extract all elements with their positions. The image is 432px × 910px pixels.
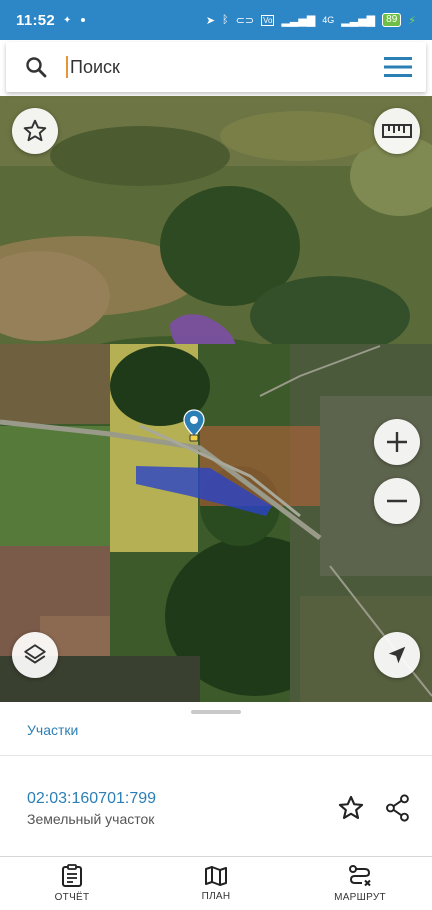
search-input[interactable] bbox=[66, 56, 370, 78]
hamburger-icon bbox=[384, 57, 412, 77]
layers-button[interactable] bbox=[12, 632, 58, 678]
menu-button[interactable] bbox=[370, 56, 426, 78]
map-plan-icon bbox=[205, 866, 227, 886]
route-icon bbox=[349, 865, 371, 887]
nav-report-label: ОТЧЁТ bbox=[54, 892, 90, 903]
measure-button[interactable] bbox=[374, 108, 420, 154]
volte-icon: Vo bbox=[261, 14, 275, 26]
battery-icon: 89 bbox=[382, 13, 402, 27]
ruler-icon bbox=[382, 124, 412, 138]
app-root: 11:52 ✦ ➤ ᛒ ⊂⊃ Vo ▂▃▅▇ 4G ▂▃▅▇ 89 ⚡ Поис… bbox=[0, 0, 432, 910]
share-icon bbox=[386, 794, 409, 822]
link-icon: ⊂⊃ bbox=[235, 14, 255, 27]
charging-icon: ⚡ bbox=[408, 14, 416, 27]
location-pin-icon[interactable] bbox=[183, 409, 205, 443]
parcel-number-link[interactable]: 02:03:160701:799 bbox=[27, 790, 156, 808]
bluetooth-icon: ᛒ bbox=[222, 14, 229, 26]
favorite-parcel-button[interactable] bbox=[337, 794, 365, 827]
my-location-button[interactable] bbox=[374, 632, 420, 678]
signal-icon: ▂▃▅▇ bbox=[281, 14, 316, 27]
parcel-type-label: Земельный участок bbox=[27, 811, 155, 827]
nav-route-label: МАРШРУТ bbox=[334, 892, 386, 903]
status-bar: 11:52 ✦ ➤ ᛒ ⊂⊃ Vo ▂▃▅▇ 4G ▂▃▅▇ 89 ⚡ bbox=[0, 0, 432, 40]
nav-report[interactable]: ОТЧЁТ bbox=[0, 857, 144, 910]
star-icon bbox=[23, 119, 47, 142]
zoom-in-button[interactable] bbox=[374, 419, 420, 465]
location-arrow-icon: ➤ bbox=[205, 14, 216, 27]
signal-icon-2: ▂▃▅▇ bbox=[341, 14, 376, 27]
tab-parcels[interactable]: Участки bbox=[27, 722, 78, 738]
divider bbox=[0, 755, 432, 756]
layers-icon bbox=[24, 644, 46, 664]
satellite-map[interactable] bbox=[0, 96, 432, 702]
zoom-out-icon bbox=[387, 499, 407, 503]
bottom-sheet: Участки 02:03:160701:799 Земельный участ… bbox=[0, 702, 432, 858]
star-outline-icon bbox=[338, 795, 364, 819]
dot-icon bbox=[81, 18, 86, 22]
drag-handle[interactable] bbox=[191, 710, 241, 714]
bottom-nav: ОТЧЁТ ПЛАН МАРШРУТ bbox=[0, 856, 432, 910]
share-button[interactable] bbox=[385, 794, 411, 827]
status-time: 11:52 bbox=[16, 11, 56, 29]
search-bar bbox=[6, 42, 426, 92]
search-icon[interactable] bbox=[6, 55, 66, 79]
notification-icon: ✦ bbox=[63, 14, 72, 26]
status-icons: ➤ ᛒ ⊂⊃ Vo ▂▃▅▇ 4G ▂▃▅▇ 89 ⚡ bbox=[206, 13, 416, 27]
nav-route[interactable]: МАРШРУТ bbox=[288, 857, 432, 910]
report-icon bbox=[62, 864, 82, 887]
nav-plan-label: ПЛАН bbox=[201, 891, 231, 902]
map-imagery bbox=[0, 96, 432, 702]
zoom-out-button[interactable] bbox=[374, 478, 420, 524]
favorites-button[interactable] bbox=[12, 108, 58, 154]
network-type: 4G bbox=[322, 15, 335, 25]
navigation-icon bbox=[388, 646, 406, 664]
zoom-in-icon bbox=[387, 432, 407, 452]
nav-plan[interactable]: ПЛАН bbox=[144, 857, 288, 910]
